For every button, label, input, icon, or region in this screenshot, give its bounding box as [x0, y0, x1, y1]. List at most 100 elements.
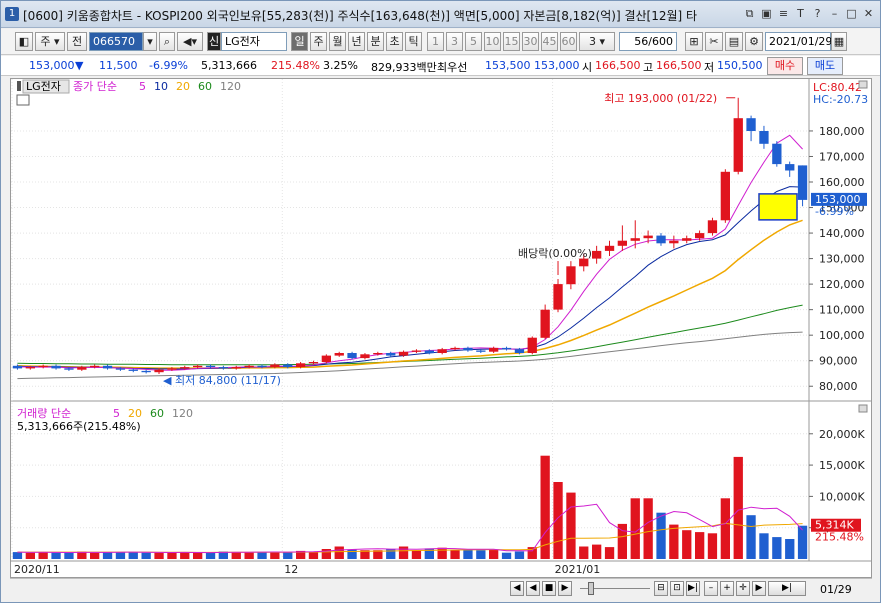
market-select[interactable]: 주 ▾ [35, 32, 65, 51]
sell-button[interactable]: 매도 [807, 57, 843, 75]
help-icon[interactable]: ? [810, 6, 825, 21]
maximize-icon[interactable]: □ [844, 6, 859, 21]
stock-code-input[interactable]: 066570 [89, 32, 143, 51]
search-icon[interactable]: ⌕ [159, 32, 175, 51]
step-left-button[interactable]: ◀ [526, 581, 540, 596]
grid-icon[interactable]: ⊞ [685, 32, 703, 51]
candle-body [296, 363, 306, 368]
period-tab-5[interactable]: 초 [386, 32, 403, 51]
date-field[interactable]: 2021/01/29 [765, 32, 832, 51]
volume-bar [514, 551, 525, 559]
zoom-slider-handle[interactable] [588, 582, 594, 595]
volume-bar [733, 456, 743, 559]
interval-select[interactable]: 3 ▾ [579, 32, 615, 51]
volume-bar [167, 552, 177, 559]
text-icon[interactable]: T [793, 6, 808, 21]
candle-body [25, 367, 35, 369]
hc-label: HC:-20.73 [813, 93, 868, 106]
legend-ma-120: 120 [220, 80, 241, 93]
period-tab-1[interactable]: 주 [310, 32, 327, 51]
period-tab-0[interactable]: 일 [291, 32, 308, 51]
candle-body [321, 355, 331, 362]
chart-area[interactable]: 180,000 170,000 160,000 150,000 140,000 130,0… [10, 78, 872, 578]
tools-icon[interactable]: ✂ [705, 32, 723, 51]
volume-percent: 215.48% [271, 59, 320, 72]
x-end-label: 01/29 [820, 583, 852, 596]
high-price: 166,500 [656, 59, 702, 72]
volume-legend-ma-20: 20 [128, 407, 142, 420]
zoom-in-button[interactable]: + [720, 581, 734, 596]
stock-name-field[interactable]: LG전자 [221, 32, 287, 51]
scroll-bar[interactable]: ◀ ◀ ■ ▶ ⊟ ⊡ ▶| – + ✛ ▶ ▶| 01/29 [10, 578, 872, 598]
stop-button[interactable]: ■ [542, 581, 556, 596]
candle-body [476, 350, 486, 352]
candle-body [746, 118, 756, 131]
legend-ma-20: 20 [176, 80, 190, 93]
candle-body [772, 143, 782, 165]
fit-icon[interactable]: ⊟ [654, 581, 668, 596]
zoom-out-button[interactable]: – [704, 581, 718, 596]
volume-bar [527, 547, 537, 559]
volume-bar [553, 482, 563, 559]
play-button[interactable]: ▶ [558, 581, 572, 596]
price-tick-label: 160,000 [819, 176, 865, 189]
calendar-icon[interactable]: ▦ [831, 32, 847, 51]
sort-icon[interactable]: ≡ [776, 6, 791, 21]
move-icon[interactable]: ✛ [736, 581, 750, 596]
toolbar: ◧ 주 ▾ 전 066570 ▾ ⌕ ◀▾ 신 LG전자 3 ▾ 56/600 … [1, 29, 880, 55]
price-tick-label: 80,000 [819, 380, 858, 393]
price-tick-label: 90,000 [819, 355, 858, 368]
price-tick-label: 180,000 [819, 125, 865, 138]
candle-body [308, 362, 319, 364]
candle-body [51, 365, 61, 369]
volume-bar [643, 498, 653, 559]
volume-bar [64, 552, 74, 559]
period-tab-4[interactable]: 분 [367, 32, 384, 51]
sound-icon[interactable]: ◀▾ [177, 32, 203, 51]
expand-button[interactable]: ▶| [768, 581, 806, 596]
volume-bar [244, 552, 254, 559]
minimize-icon[interactable]: – [827, 6, 842, 21]
settings-icon[interactable]: ⚙ [745, 32, 763, 51]
interval-button-30[interactable]: 30 [522, 32, 539, 51]
candle-body [283, 364, 293, 368]
volume-bar [128, 552, 138, 559]
buy-button[interactable]: 매수 [767, 57, 803, 75]
high-annotation: 최고 193,000 (01/22) [604, 92, 717, 105]
count-field[interactable]: 56/600 [619, 32, 677, 51]
period-tab-3[interactable]: 년 [348, 32, 365, 51]
chart-type-icon[interactable]: ⊡ [670, 581, 684, 596]
scroll-end-button[interactable]: ▶| [686, 581, 700, 596]
candle-body [437, 349, 447, 353]
next-button[interactable]: ▶ [752, 581, 766, 596]
candle-body [643, 235, 653, 239]
copy-icon[interactable]: ⧉ [742, 6, 757, 21]
interval-button-3[interactable]: 3 [446, 32, 463, 51]
volume-bar [90, 552, 100, 559]
interval-button-10[interactable]: 10 [484, 32, 501, 51]
period-tab-2[interactable]: 월 [329, 32, 346, 51]
candle-body [373, 353, 383, 355]
trade-amount: 829,933백만 [371, 61, 437, 74]
period-tab-6[interactable]: 틱 [405, 32, 422, 51]
interval-button-45[interactable]: 45 [541, 32, 558, 51]
volume-bar [630, 498, 640, 559]
scroll-left-button[interactable]: ◀ [510, 581, 524, 596]
price-change: 11,500 [99, 59, 138, 72]
interval-button-60[interactable]: 60 [560, 32, 577, 51]
candle-body [218, 367, 228, 369]
chart-svg[interactable]: 180,000170,000160,000150,000140,000130,0… [11, 79, 871, 577]
volume-bar [411, 550, 422, 559]
screen-icon[interactable]: ▣ [759, 6, 774, 21]
interval-button-5[interactable]: 5 [465, 32, 482, 51]
title-bar-icons: ⧉ ▣ ≡ T ? – □ ✕ [742, 6, 876, 21]
layout-icon[interactable]: ◧ [15, 32, 33, 51]
save-icon[interactable]: ▤ [725, 32, 743, 51]
volume-bar [489, 549, 499, 559]
volume-summary: 5,313,666주(215.48%) [17, 420, 141, 433]
interval-button-15[interactable]: 15 [503, 32, 520, 51]
close-icon[interactable]: ✕ [861, 6, 876, 21]
interval-button-1[interactable]: 1 [427, 32, 444, 51]
prev-button[interactable]: 전 [67, 32, 87, 51]
code-dropdown-icon[interactable]: ▾ [143, 32, 157, 51]
